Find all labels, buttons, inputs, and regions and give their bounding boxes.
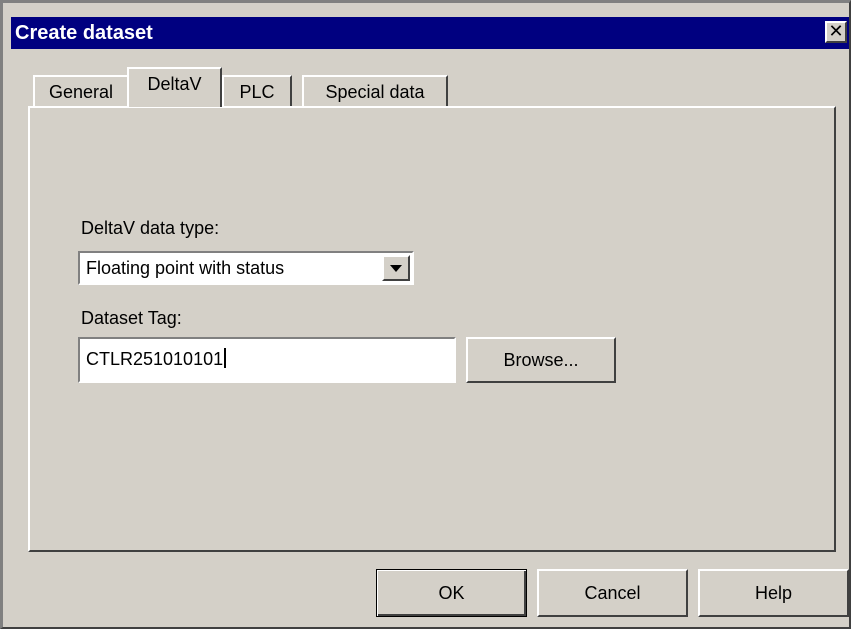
tab-plc-label: PLC bbox=[239, 82, 275, 102]
data-type-value: Floating point with status bbox=[86, 258, 285, 278]
tab-general[interactable]: General bbox=[33, 75, 129, 107]
close-button[interactable]: ✕ bbox=[825, 21, 847, 43]
tab-special-data-label: Special data bbox=[325, 82, 425, 102]
dataset-tag-value: CTLR251010101 bbox=[86, 347, 227, 371]
tab-deltav-label: DeltaV bbox=[147, 74, 202, 94]
title-bar: Create dataset ✕ bbox=[11, 17, 849, 49]
deltav-tab-panel bbox=[28, 106, 836, 552]
ok-button[interactable]: OK bbox=[376, 569, 527, 617]
close-icon: ✕ bbox=[828, 21, 844, 41]
create-dataset-dialog: Create dataset ✕ General DeltaV PLC Spec… bbox=[0, 0, 851, 629]
data-type-label: DeltaV data type: bbox=[81, 218, 220, 238]
window-title: Create dataset bbox=[15, 22, 153, 44]
text-caret bbox=[224, 348, 227, 368]
tab-special-data[interactable]: Special data bbox=[302, 75, 448, 107]
tab-general-label: General bbox=[48, 82, 114, 102]
tab-deltav[interactable]: DeltaV bbox=[127, 67, 222, 107]
dataset-tag-label: Dataset Tag: bbox=[81, 308, 182, 328]
help-button[interactable]: Help bbox=[698, 569, 849, 617]
tab-plc[interactable]: PLC bbox=[222, 75, 292, 107]
cancel-button[interactable]: Cancel bbox=[537, 569, 688, 617]
chevron-down-icon[interactable] bbox=[382, 255, 410, 281]
browse-button[interactable]: Browse... bbox=[466, 337, 616, 383]
dataset-tag-input[interactable]: CTLR251010101 bbox=[78, 337, 456, 383]
data-type-select[interactable]: Floating point with status bbox=[78, 251, 414, 285]
